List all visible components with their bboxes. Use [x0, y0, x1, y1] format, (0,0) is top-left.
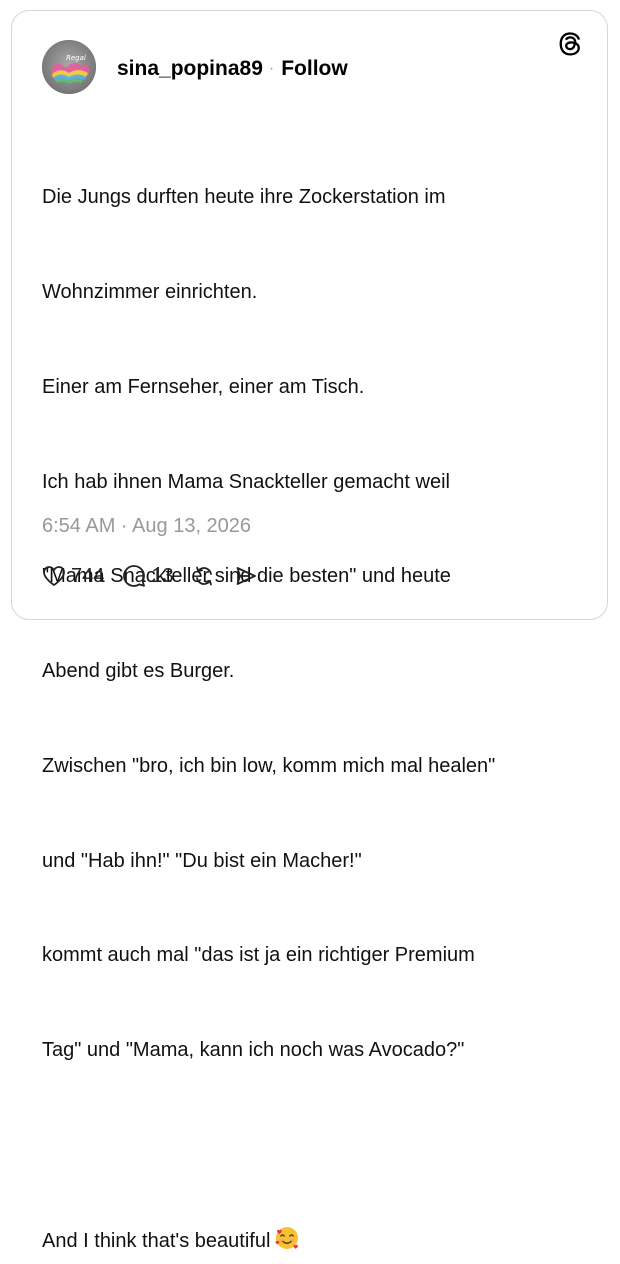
post-line: Wohnzimmer einrichten.	[42, 280, 258, 303]
avatar-text: Regal	[66, 54, 86, 62]
post-line: kommt auch mal "das ist ja ein richtiger…	[42, 944, 475, 967]
like-button[interactable]: 744	[42, 565, 104, 588]
share-button[interactable]	[234, 564, 258, 588]
avatar[interactable]: Regal	[42, 40, 96, 94]
post-line: Abend gibt es Burger.	[42, 660, 235, 683]
post-line: und "Hab ihn!" "Du bist ein Macher!"	[42, 849, 362, 872]
follow-button[interactable]: Follow	[281, 57, 348, 81]
post-line: Die Jungs durften heute ihre Zockerstati…	[42, 186, 446, 209]
like-count: 744	[71, 564, 105, 587]
action-bar: 744 13	[42, 564, 276, 588]
repost-icon	[195, 566, 212, 586]
heart-icon	[43, 566, 65, 586]
post-line-last: And I think that's beautiful	[42, 1225, 582, 1262]
post-line: Ich hab ihnen Mama Snackteller gemacht w…	[42, 470, 450, 493]
post-card: Regal sina_popina89 · Follow Die Jungs d…	[11, 10, 608, 1252]
post-line: Tag" und "Mama, kann ich noch was Avocad…	[42, 1039, 465, 1062]
post-line: Zwischen "bro, ich bin low, komm mich ma…	[42, 754, 496, 777]
reply-count: 13	[151, 564, 174, 587]
smiling-face-with-hearts-icon	[274, 1225, 300, 1262]
post-text: Die Jungs durften heute ihre Zockerstati…	[42, 119, 582, 1264]
post-header: sina_popina89 · Follow	[117, 57, 348, 81]
post-line: And I think that's beautiful	[42, 1229, 271, 1252]
avatar-image: Regal	[42, 40, 96, 94]
send-icon	[236, 567, 256, 585]
repost-button[interactable]	[192, 564, 216, 588]
username-link[interactable]: sina_popina89	[117, 57, 263, 81]
post-line: ​	[42, 1130, 582, 1162]
header-separator: ·	[268, 60, 275, 77]
post-timestamp[interactable]: 6:54 AM · Aug 13, 2026	[42, 515, 251, 538]
threads-logo-icon[interactable]	[555, 29, 585, 59]
reply-button[interactable]: 13	[122, 564, 174, 588]
comment-icon	[123, 565, 146, 587]
post-line: Einer am Fernseher, einer am Tisch.	[42, 375, 365, 398]
